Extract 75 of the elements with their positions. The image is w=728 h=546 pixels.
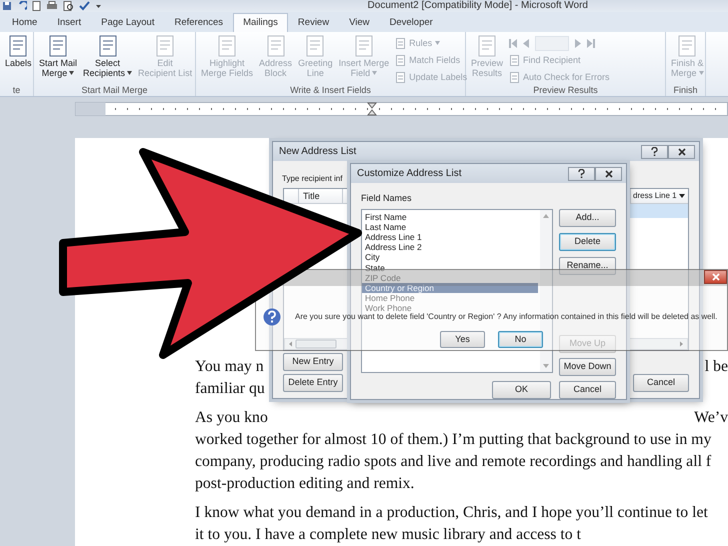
list-item[interactable]: Home Phone [362, 293, 538, 304]
document-text: familiar qu [195, 381, 265, 397]
group-label: Preview Results [532, 85, 599, 96]
dialog-button[interactable]: Rename... [559, 256, 616, 274]
column-header[interactable]: Title [299, 189, 343, 203]
document-icon [395, 72, 406, 82]
dialog-button[interactable]: Delete [559, 232, 616, 250]
ribbon-tab[interactable]: Developer [380, 13, 443, 32]
help-icon [651, 147, 658, 156]
ribbon-tab[interactable]: Insert [47, 13, 92, 32]
close-button[interactable] [704, 270, 727, 284]
dialog-prompt: Type recipient inf [282, 173, 344, 185]
document-icon [395, 38, 406, 48]
document-text: it to you. I have a complete new music library and access to t [195, 527, 582, 543]
document-icon [395, 54, 406, 66]
list-item[interactable]: Address Line 2 [362, 242, 538, 252]
document-text: I know what you demand in a production, Chris, and I hope you’ll continue to let [195, 505, 708, 521]
page-icon[interactable] [32, 1, 41, 11]
list-item[interactable]: Last Name [362, 222, 538, 232]
document-text: l be [704, 359, 728, 375]
ribbon-tab[interactable]: Review [288, 13, 340, 32]
question-icon [263, 308, 281, 326]
document-icon [509, 72, 520, 82]
dialog-button[interactable]: Move Down [559, 358, 616, 376]
list-item[interactable]: City [362, 252, 538, 263]
list-label: Field Names [361, 192, 413, 205]
ribbon-tab[interactable]: Page Layout [91, 13, 164, 32]
list-item[interactable]: Address Line 1 [362, 232, 538, 242]
close-button[interactable] [668, 144, 695, 158]
save-icon[interactable] [2, 1, 12, 11]
close-button[interactable] [595, 166, 622, 180]
new-entry-button[interactable]: New Entry [283, 353, 343, 371]
ribbon-button[interactable]: Select Recipients [81, 34, 134, 85]
list-item[interactable]: First Name [362, 212, 538, 222]
document-text: You may n [195, 359, 264, 375]
delete-entry-button[interactable]: Delete Entry [283, 374, 343, 392]
window-title: Document2 [Compatibility Mode] - Microsoft Word [368, 0, 588, 12]
message-text: Are you sure you want to delete field 'Country or Region' ? Any information contained in this field will be deleted as well. [295, 312, 718, 323]
document-text: company, producing radio spots and live and remote recordings and handling all f [195, 454, 712, 470]
caret-icon [678, 194, 685, 198]
print-icon[interactable] [46, 1, 58, 11]
ribbon-tab[interactable]: View [339, 13, 380, 32]
help-button[interactable] [568, 166, 595, 180]
check-icon[interactable] [79, 1, 90, 11]
preview-icon[interactable] [63, 1, 74, 11]
cancel-button[interactable]: Cancel [633, 374, 689, 392]
dialog-button[interactable]: Add... [559, 208, 616, 226]
list-item[interactable]: State [362, 262, 538, 273]
ribbon-button[interactable]: Labels [3, 34, 34, 85]
list-item[interactable]: Work Phone [362, 303, 538, 314]
ribbon-button[interactable]: Start Mail Merge [37, 34, 80, 85]
no-button[interactable]: No [498, 331, 543, 348]
ribbon-tab[interactable]: References [164, 13, 234, 32]
close-icon [712, 273, 720, 281]
ribbon-tab[interactable]: Mailings [233, 13, 288, 32]
group-label: Start Mail Merge [80, 85, 149, 96]
yes-button[interactable]: Yes [440, 331, 485, 348]
dialog-title: Customize Address List [357, 167, 462, 181]
help-icon [578, 169, 585, 178]
group-label: Finish [672, 85, 698, 96]
undo-icon[interactable] [17, 1, 27, 11]
document-text: worked together for almost 10 of them.) I’m putting that background to use in my [195, 432, 712, 448]
group-label: Write & Insert Fields [289, 85, 372, 96]
document-text: As you kno [195, 410, 268, 426]
document-text: post-production editing and remix. [195, 476, 414, 492]
document-icon [509, 54, 520, 66]
dialog-title: New Address List [279, 145, 356, 159]
help-button[interactable] [641, 144, 668, 158]
close-icon [604, 170, 612, 178]
ribbon-tab[interactable]: Home [2, 13, 48, 32]
close-icon [678, 148, 686, 156]
cancel-button[interactable]: Cancel [559, 380, 616, 398]
group-label: te [12, 85, 22, 96]
ok-button[interactable]: OK [492, 380, 551, 398]
document-text: We’v [694, 410, 728, 426]
